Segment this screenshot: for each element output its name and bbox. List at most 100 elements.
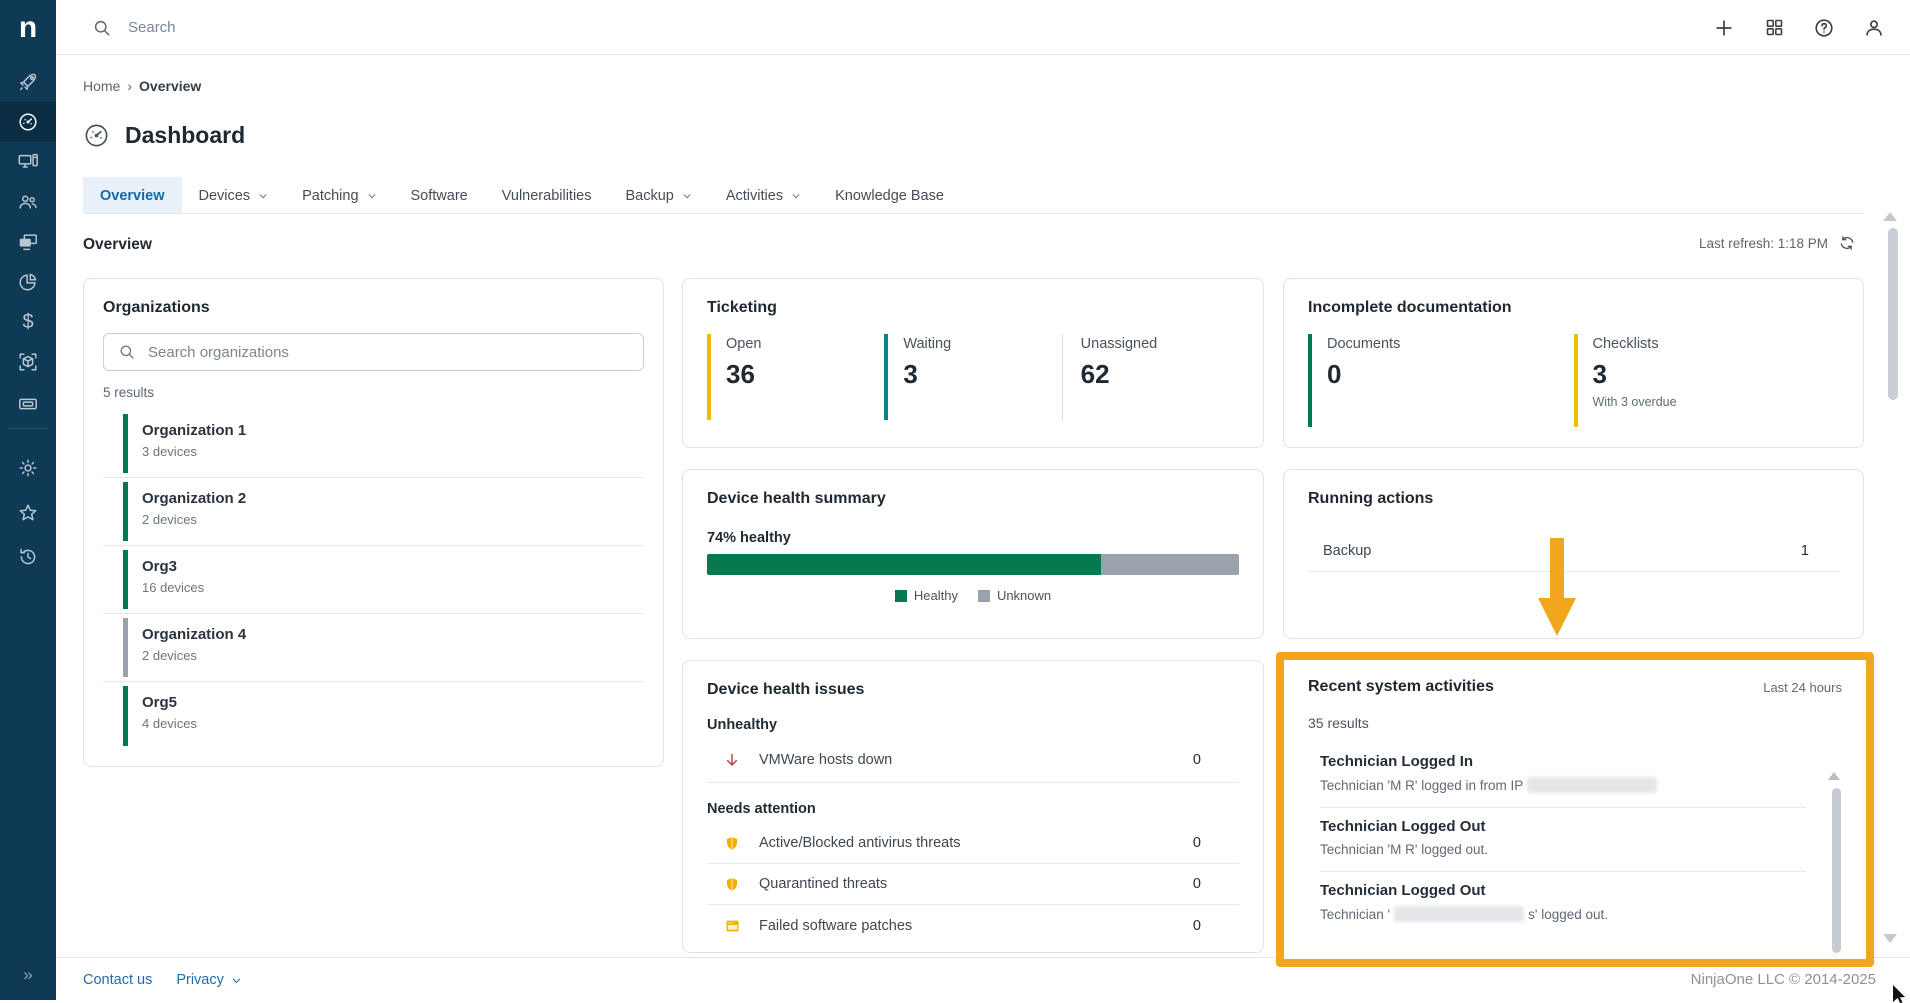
reports-pie-icon bbox=[17, 271, 39, 293]
account-icon[interactable] bbox=[1862, 16, 1886, 40]
running-actions-card: Running actions Backup 1 bbox=[1283, 469, 1864, 639]
search-icon bbox=[92, 18, 112, 38]
issue-count: 0 bbox=[1193, 918, 1201, 934]
action-label: Backup bbox=[1323, 543, 1371, 559]
org-name: Organization 2 bbox=[142, 490, 644, 507]
global-search-input[interactable] bbox=[128, 19, 688, 36]
organization-list-item[interactable]: Organization 1 3 devices bbox=[103, 410, 644, 478]
ticketing-waiting-metric[interactable]: Waiting 3 bbox=[884, 334, 1061, 420]
organization-list-item[interactable]: Organization 4 2 devices bbox=[103, 614, 644, 682]
breadcrumb-home[interactable]: Home bbox=[83, 78, 120, 94]
sidebar-item-devices[interactable] bbox=[0, 142, 56, 182]
sidebar-item-billing[interactable]: $ bbox=[0, 302, 56, 342]
ticketing-open-metric[interactable]: Open 36 bbox=[707, 334, 884, 420]
unhealthy-heading: Unhealthy bbox=[707, 717, 1239, 733]
apps-grid-icon[interactable] bbox=[1762, 16, 1786, 40]
section-title: Overview bbox=[83, 236, 152, 254]
page-title: Dashboard bbox=[125, 122, 245, 149]
tab-bar: Overview Devices Patching Software Vulne… bbox=[83, 177, 961, 214]
issue-row-failed-patches[interactable]: Failed software patches 0 bbox=[707, 905, 1239, 946]
list-scroll-up-arrow[interactable] bbox=[1828, 772, 1840, 780]
tab-activities[interactable]: Activities bbox=[709, 177, 818, 214]
tab-patching[interactable]: Patching bbox=[285, 177, 393, 214]
metric-value: 62 bbox=[1081, 359, 1239, 390]
organizations-card: Organizations 5 results Organization 1 3… bbox=[83, 278, 664, 767]
issue-row-vmware-hosts-down[interactable]: VMWare hosts down 0 bbox=[707, 739, 1239, 780]
metric-label: Documents bbox=[1327, 336, 1574, 352]
organization-list-item[interactable]: Org5 4 devices bbox=[103, 682, 644, 750]
history-icon bbox=[17, 546, 39, 568]
sidebar-item-dashboard[interactable] bbox=[0, 102, 56, 142]
sidebar-item-favorites[interactable] bbox=[0, 493, 56, 533]
chevron-down-icon bbox=[791, 191, 801, 201]
activity-item[interactable]: Technician Logged Out Technician ' s' lo… bbox=[1320, 872, 1806, 936]
package-cube-icon bbox=[17, 351, 39, 373]
metric-label: Open bbox=[726, 336, 884, 352]
documents-metric[interactable]: Documents 0 bbox=[1308, 334, 1574, 427]
dashboard-gauge-icon bbox=[83, 122, 110, 149]
sidebar-item-ticketing[interactable] bbox=[0, 384, 56, 424]
page-scroll-up-arrow[interactable] bbox=[1883, 212, 1897, 221]
org-status-bar bbox=[123, 482, 128, 541]
metric-value: 3 bbox=[903, 359, 1061, 390]
sidebar-item-reports[interactable] bbox=[0, 262, 56, 302]
activity-item[interactable]: Technician Logged In Technician 'M R' lo… bbox=[1320, 743, 1806, 808]
sidebar-item-remote[interactable] bbox=[0, 222, 56, 262]
activity-item[interactable]: Technician Logged Out Technician 'M R' l… bbox=[1320, 808, 1806, 872]
contact-us-link[interactable]: Contact us bbox=[83, 972, 152, 988]
ticketing-card: Ticketing Open 36 Waiting 3 Unassigned 6… bbox=[682, 278, 1264, 448]
rocket-icon bbox=[17, 71, 39, 93]
breadcrumb-current: Overview bbox=[139, 78, 201, 94]
organization-list-item[interactable]: Org3 16 devices bbox=[103, 546, 644, 614]
ninjaone-logo[interactable]: n bbox=[0, 0, 56, 55]
chevron-down-icon bbox=[682, 191, 692, 201]
issue-label: Failed software patches bbox=[759, 918, 1193, 934]
sidebar-item-packages[interactable] bbox=[0, 342, 56, 382]
plus-icon[interactable] bbox=[1712, 16, 1736, 40]
tab-vulnerabilities[interactable]: Vulnerabilities bbox=[485, 177, 609, 214]
page-scrollbar-thumb[interactable] bbox=[1888, 228, 1898, 400]
recent-activities-card: Recent system activities Last 24 hours 3… bbox=[1284, 660, 1866, 959]
tab-knowledge-base[interactable]: Knowledge Base bbox=[818, 177, 961, 214]
checklists-metric[interactable]: Checklists 3 With 3 overdue bbox=[1574, 334, 1840, 427]
breadcrumb: Home › Overview bbox=[83, 78, 201, 94]
sidebar-item-getting-started[interactable] bbox=[0, 62, 56, 102]
topbar bbox=[56, 0, 1910, 55]
sidebar-item-settings[interactable] bbox=[0, 448, 56, 488]
tab-devices[interactable]: Devices bbox=[182, 177, 286, 214]
issue-label: Active/Blocked antivirus threats bbox=[759, 835, 1193, 851]
org-device-count: 3 devices bbox=[142, 444, 644, 459]
sidebar-item-history[interactable] bbox=[0, 537, 56, 577]
chevron-down-icon bbox=[367, 191, 377, 201]
activity-description: Technician ' s' logged out. bbox=[1320, 906, 1806, 922]
last-refresh: Last refresh: 1:18 PM bbox=[1699, 234, 1856, 252]
sidebar-expand-button[interactable]: » bbox=[0, 960, 56, 990]
organizations-search-input[interactable] bbox=[148, 344, 629, 361]
ticketing-unassigned-metric[interactable]: Unassigned 62 bbox=[1062, 334, 1239, 420]
tab-software[interactable]: Software bbox=[394, 177, 485, 214]
org-status-bar bbox=[123, 550, 128, 609]
privacy-link[interactable]: Privacy bbox=[176, 972, 241, 988]
org-name: Organization 1 bbox=[142, 422, 644, 439]
help-icon[interactable] bbox=[1812, 16, 1836, 40]
last-refresh-text: Last refresh: 1:18 PM bbox=[1699, 236, 1828, 251]
list-scrollbar-thumb[interactable] bbox=[1832, 788, 1841, 953]
running-action-row-backup[interactable]: Backup 1 bbox=[1308, 530, 1839, 572]
metric-note: With 3 overdue bbox=[1593, 395, 1840, 409]
organization-list-item[interactable]: Organization 2 2 devices bbox=[103, 478, 644, 546]
org-name: Org3 bbox=[142, 558, 644, 575]
issue-row-quarantined-threats[interactable]: Quarantined threats 0 bbox=[707, 864, 1239, 905]
page-scroll-down-arrow[interactable] bbox=[1883, 934, 1897, 943]
health-progress-bar[interactable] bbox=[707, 554, 1239, 575]
issue-row-antivirus-threats[interactable]: Active/Blocked antivirus threats 0 bbox=[707, 823, 1239, 864]
sidebar-item-users[interactable] bbox=[0, 182, 56, 222]
tab-overview[interactable]: Overview bbox=[83, 177, 182, 214]
unknown-bar-segment bbox=[1101, 554, 1239, 575]
org-name: Org5 bbox=[142, 694, 644, 711]
devices-icon bbox=[17, 151, 39, 173]
legend-label: Healthy bbox=[914, 588, 958, 603]
refresh-icon[interactable] bbox=[1838, 234, 1856, 252]
org-device-count: 2 devices bbox=[142, 648, 644, 663]
org-device-count: 16 devices bbox=[142, 580, 644, 595]
tab-backup[interactable]: Backup bbox=[608, 177, 708, 214]
